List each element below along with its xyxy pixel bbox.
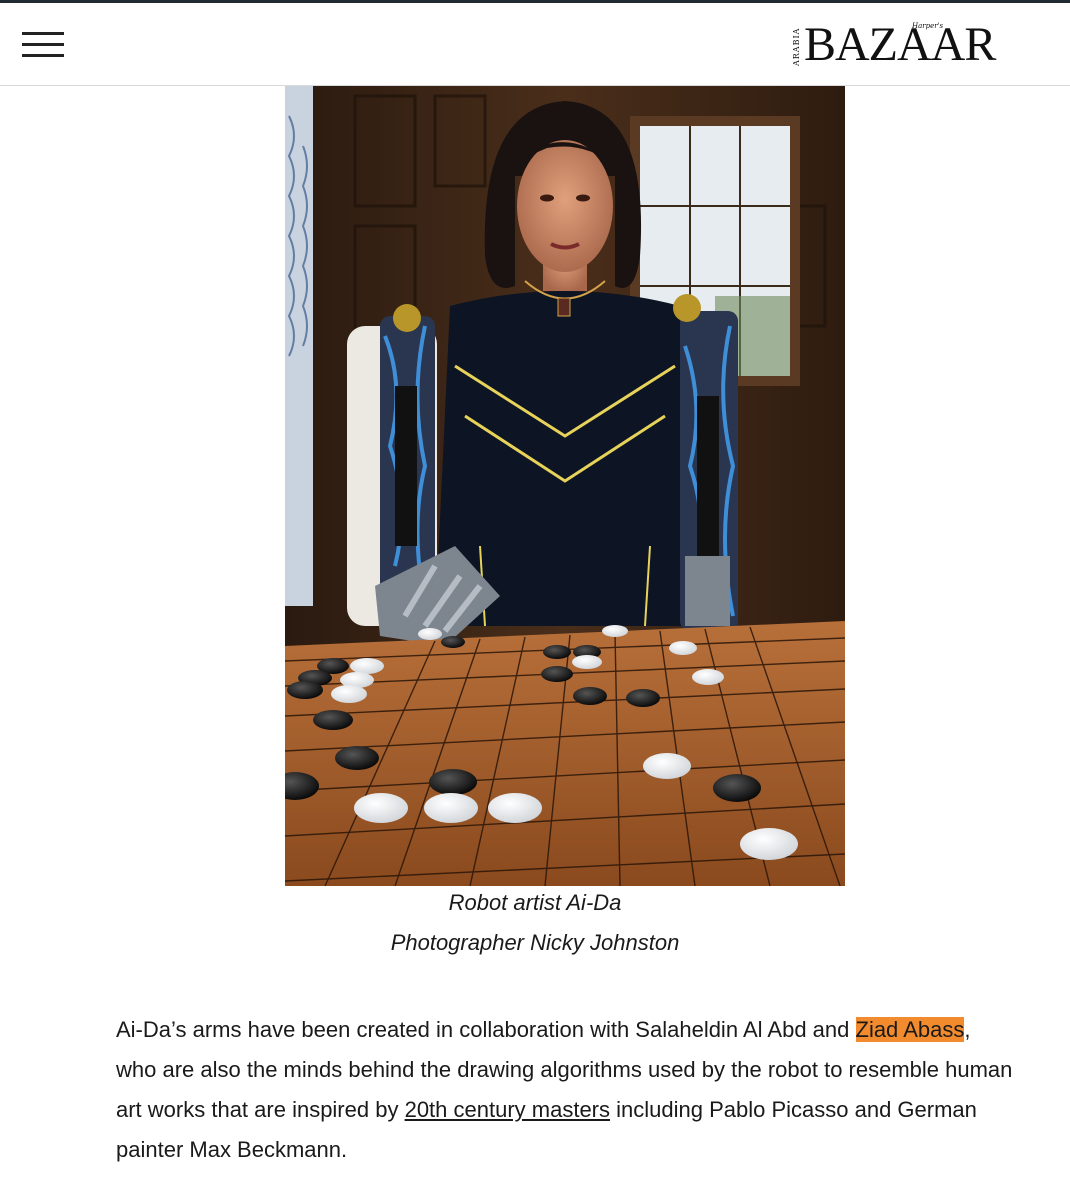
article-photo xyxy=(285,86,845,886)
photo-caption: Robot artist Ai-Da xyxy=(448,890,622,915)
hamburger-menu-icon[interactable] xyxy=(22,31,64,59)
highlighted-text[interactable]: Ziad Abass xyxy=(855,1017,965,1042)
20th-century-masters-link[interactable]: 20th century masters xyxy=(405,1097,610,1122)
photo-credit: Photographer Nicky Johnston xyxy=(390,930,680,955)
bazaar-logo[interactable]: ARABIA Harper's BAZAAR xyxy=(792,19,996,71)
logo-wordmark: BAZAAR xyxy=(804,18,996,71)
logo-arabia-text: ARABIA xyxy=(792,27,801,67)
site-header: ARABIA Harper's BAZAAR xyxy=(0,3,1070,86)
article-paragraph: Ai-Da’s arms have been created in collab… xyxy=(116,1010,1016,1170)
paragraph-text-1: Ai-Da’s arms have been created in collab… xyxy=(116,1017,856,1042)
